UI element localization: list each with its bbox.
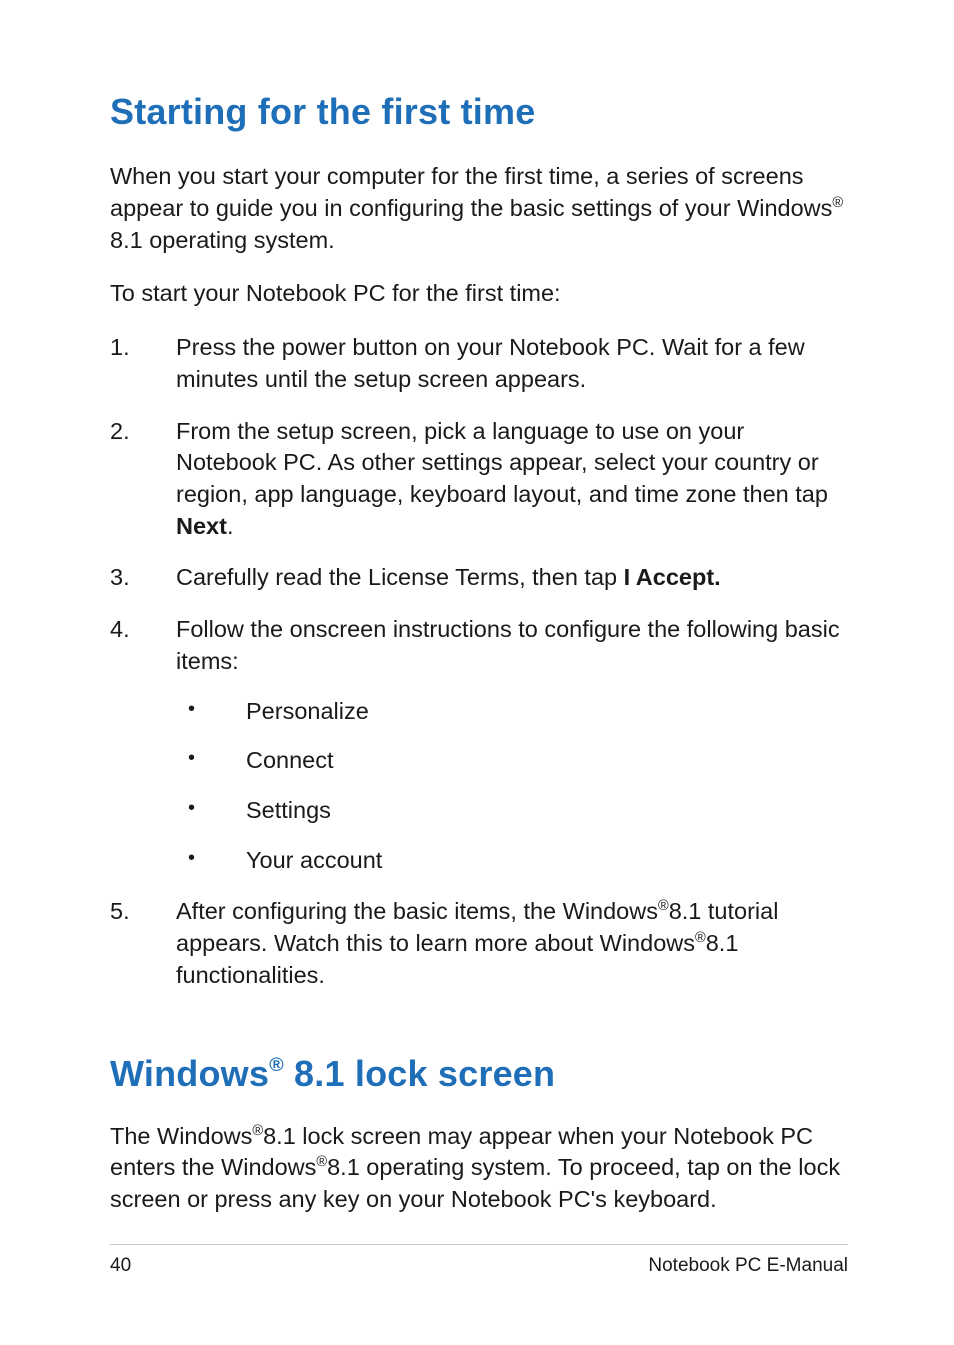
step-2-a: From the setup screen, pick a language t… [176, 418, 828, 507]
step-2-b: . [227, 513, 234, 539]
step-4-sublist: Personalize Connect Settings Your accoun… [176, 696, 848, 877]
subitem-connect: Connect [176, 745, 848, 777]
registered-mark: ® [695, 930, 706, 946]
intro-p1-a: When you start your computer for the fir… [110, 163, 832, 221]
step-5-a: After configuring the basic items, the W… [176, 898, 658, 924]
registered-mark: ® [832, 195, 843, 211]
step-3-a: Carefully read the License Terms, then t… [176, 564, 624, 590]
steps-list: Press the power button on your Notebook … [110, 332, 848, 992]
step-3: Carefully read the License Terms, then t… [110, 562, 848, 594]
heading2-post: 8.1 lock screen [284, 1053, 555, 1094]
page-content: Starting for the first time When you sta… [0, 0, 954, 1216]
heading2-pre: Windows [110, 1053, 269, 1094]
subitem-your-account: Your account [176, 845, 848, 877]
lockscreen-paragraph: The Windows®8.1 lock screen may appear w… [110, 1121, 848, 1216]
page-footer: 40 Notebook PC E-Manual [110, 1244, 848, 1277]
subitem-settings: Settings [176, 795, 848, 827]
step-5: After configuring the basic items, the W… [110, 896, 848, 991]
subitem-personalize: Personalize [176, 696, 848, 728]
step-4-text: Follow the onscreen instructions to conf… [176, 616, 840, 674]
intro-p1-b: 8.1 operating system. [110, 227, 335, 253]
heading-lock-screen: Windows® 8.1 lock screen [110, 1052, 848, 1095]
registered-mark-sup: ® [269, 1054, 284, 1076]
lockscreen-a: The Windows [110, 1123, 252, 1149]
footer-title: Notebook PC E-Manual [648, 1255, 848, 1277]
page-number: 40 [110, 1255, 131, 1277]
registered-mark: ® [252, 1123, 263, 1139]
step-2-bold-next: Next [176, 513, 227, 539]
step-4: Follow the onscreen instructions to conf… [110, 614, 848, 876]
registered-mark: ® [658, 899, 669, 915]
intro-paragraph-1: When you start your computer for the fir… [110, 161, 848, 256]
step-1: Press the power button on your Notebook … [110, 332, 848, 395]
intro-paragraph-2: To start your Notebook PC for the first … [110, 278, 848, 310]
step-3-bold-accept: I Accept. [624, 564, 721, 590]
registered-mark: ® [316, 1155, 327, 1171]
heading-starting-first-time: Starting for the first time [110, 90, 848, 133]
step-2: From the setup screen, pick a language t… [110, 416, 848, 543]
